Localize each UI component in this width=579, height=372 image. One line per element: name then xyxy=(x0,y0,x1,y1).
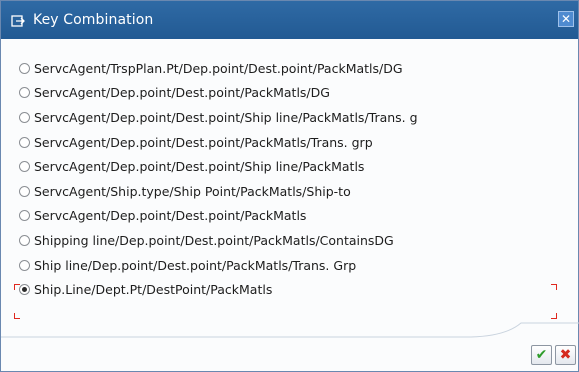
radio-option-label: ServcAgent/Dep.point/Dest.point/Ship lin… xyxy=(34,159,365,175)
radio-option[interactable]: ServcAgent/Dep.point/Dest.point/PackMatl… xyxy=(19,130,568,155)
radio-option-label: ServcAgent/Dep.point/Dest.point/PackMatl… xyxy=(34,208,307,224)
radio-option[interactable]: ServcAgent/Dep.point/Dest.point/PackMatl… xyxy=(19,204,568,229)
radio-button[interactable] xyxy=(19,111,30,123)
close-icon[interactable]: ✕ xyxy=(558,11,574,27)
checkmark-icon: ✔ xyxy=(535,347,548,363)
radio-option-label: Ship line/Dep.point/Dest.point/PackMatls… xyxy=(34,257,357,273)
radio-button[interactable] xyxy=(19,210,30,222)
radio-option-label: ServcAgent/Dep.point/Dest.point/PackMatl… xyxy=(34,85,330,101)
dialog-title: Key Combination xyxy=(33,12,154,28)
footer-divider xyxy=(1,322,579,338)
radio-option[interactable]: ServcAgent/Dep.point/Dest.point/PackMatl… xyxy=(19,81,568,106)
radio-option[interactable]: ServcAgent/Dep.point/Dest.point/Ship lin… xyxy=(19,105,568,130)
radio-button[interactable] xyxy=(19,259,30,271)
radio-option-label: ServcAgent/TrspPlan.Pt/Dep.point/Dest.po… xyxy=(34,60,403,76)
cancel-x-icon: ✖ xyxy=(559,347,572,363)
cancel-button[interactable]: ✖ xyxy=(555,345,576,365)
radio-button[interactable] xyxy=(19,234,30,246)
selection-focus-frame xyxy=(14,284,557,319)
ok-button[interactable]: ✔ xyxy=(531,345,552,365)
radio-option[interactable]: ServcAgent/Dep.point/Dest.point/Ship lin… xyxy=(19,154,568,179)
key-combination-dialog: Key Combination ✕ ServcAgent/TrspPlan.Pt… xyxy=(0,0,579,372)
radio-button[interactable] xyxy=(19,87,30,99)
radio-option-label: ServcAgent/Dep.point/Dest.point/Ship lin… xyxy=(34,109,418,125)
dialog-icon xyxy=(11,13,25,27)
radio-button[interactable] xyxy=(19,185,30,197)
radio-button[interactable] xyxy=(19,161,30,173)
radio-button[interactable] xyxy=(19,62,30,74)
radio-option-label: Shipping line/Dep.point/Dest.point/PackM… xyxy=(34,232,394,248)
radio-option-label: ServcAgent/Dep.point/Dest.point/PackMatl… xyxy=(34,134,373,150)
key-combination-options: ServcAgent/TrspPlan.Pt/Dep.point/Dest.po… xyxy=(19,56,568,302)
radio-button[interactable] xyxy=(19,136,30,148)
radio-option[interactable]: ServcAgent/TrspPlan.Pt/Dep.point/Dest.po… xyxy=(19,56,568,81)
radio-option[interactable]: Ship line/Dep.point/Dest.point/PackMatls… xyxy=(19,253,568,278)
radio-option[interactable]: Shipping line/Dep.point/Dest.point/PackM… xyxy=(19,228,568,253)
radio-option-label: ServcAgent/Ship.type/Ship Point/PackMatl… xyxy=(34,183,351,199)
radio-option[interactable]: ServcAgent/Ship.type/Ship Point/PackMatl… xyxy=(19,179,568,204)
dialog-titlebar: Key Combination ✕ xyxy=(1,1,578,39)
